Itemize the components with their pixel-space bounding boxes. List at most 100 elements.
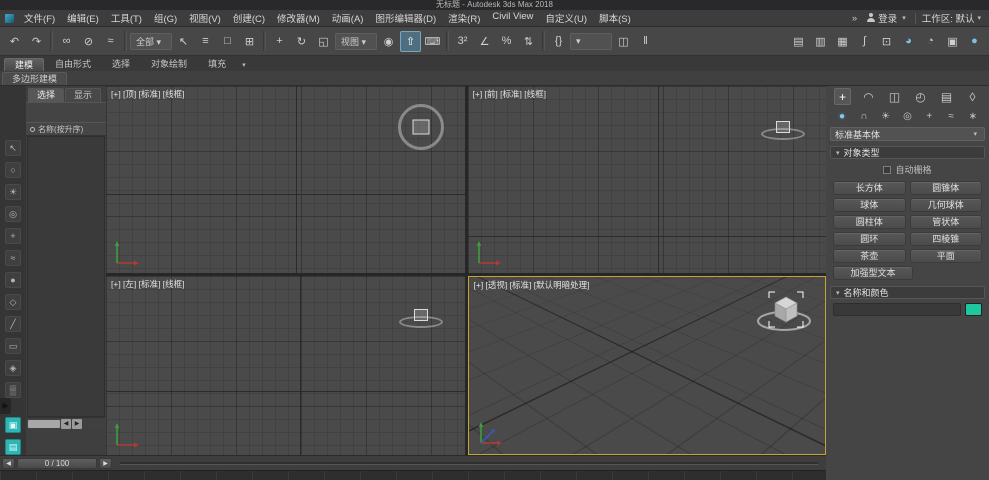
- strip-lights-icon[interactable]: ☀: [5, 184, 21, 200]
- workspace-selector[interactable]: 工作区: 默认: [922, 11, 975, 25]
- percent-snap-icon[interactable]: %: [496, 31, 517, 52]
- chevron-down-icon[interactable]: ▾: [974, 14, 984, 22]
- render-production-icon[interactable]: ●: [964, 31, 985, 52]
- chevron-down-icon[interactable]: ▾: [899, 14, 909, 22]
- selection-filter-dropdown[interactable]: 全部 ▾: [130, 33, 172, 50]
- object-type-button[interactable]: 几何球体: [910, 198, 983, 212]
- cameras-category-icon[interactable]: ◎: [900, 109, 914, 123]
- chevron-down-icon[interactable]: ▾: [970, 130, 980, 138]
- object-name-input[interactable]: [833, 303, 961, 316]
- select-object-icon[interactable]: ↖: [173, 31, 194, 52]
- object-type-button[interactable]: 长方体: [833, 181, 906, 195]
- strip-show-all-icon[interactable]: ○: [5, 162, 21, 178]
- rendered-frame-icon[interactable]: ▣: [942, 31, 963, 52]
- select-and-manipulate-icon[interactable]: ⇧: [400, 31, 421, 52]
- select-by-name-icon[interactable]: ≡: [195, 31, 216, 52]
- menu-item[interactable]: 组(G): [148, 11, 183, 25]
- motion-tab-icon[interactable]: ◴: [912, 88, 929, 105]
- menu-item[interactable]: 编辑(E): [61, 11, 105, 25]
- menu-item[interactable]: 渲染(R): [442, 11, 486, 25]
- scroll-right-button[interactable]: ▶: [72, 419, 82, 429]
- strip-frozen-icon[interactable]: ▒: [5, 382, 21, 398]
- menu-item[interactable]: 创建(C): [227, 11, 271, 25]
- explorer-scrollbar[interactable]: ◀ ▶: [26, 417, 106, 429]
- object-type-button[interactable]: 圆柱体: [833, 215, 906, 229]
- reference-coordinate-dropdown[interactable]: 视图 ▾: [335, 33, 377, 50]
- strip-bones-icon[interactable]: ╱: [5, 316, 21, 332]
- hierarchy-tab-icon[interactable]: ◫: [886, 88, 903, 105]
- strip-layer-teal-icon[interactable]: ▤: [5, 439, 21, 455]
- explorer-sort-header[interactable]: 名称(按升序): [26, 122, 106, 136]
- ribbon-tab[interactable]: 对象绘制: [141, 58, 197, 71]
- edit-named-selection-icon[interactable]: {}: [548, 31, 569, 52]
- object-type-button[interactable]: 茶壶: [833, 249, 906, 263]
- object-type-button[interactable]: 球体: [833, 198, 906, 212]
- explorer-tab[interactable]: 选择: [28, 88, 64, 102]
- display-tab-icon[interactable]: ▤: [938, 88, 955, 105]
- align-icon[interactable]: ‖: [635, 31, 656, 52]
- viewport-top[interactable]: [+] [顶] [标准] [线框]: [106, 86, 465, 273]
- render-setup-icon[interactable]: ◔: [920, 31, 941, 52]
- viewport-front[interactable]: [+] [前] [标准] [线框]: [468, 86, 827, 273]
- select-and-link-icon[interactable]: ∞: [56, 31, 77, 52]
- ribbon-tab[interactable]: 填充: [198, 58, 236, 71]
- create-tab-icon[interactable]: +: [834, 88, 851, 105]
- viewport-perspective[interactable]: [+] [透视] [标准] [默认明暗处理]: [468, 276, 827, 455]
- keyboard-override-icon[interactable]: ⌨: [422, 31, 443, 52]
- named-selection-dropdown[interactable]: ▾: [570, 33, 612, 50]
- viewport-label[interactable]: [+] [左] [标准] [线框]: [111, 278, 184, 290]
- unlink-selection-icon[interactable]: ⊘: [78, 31, 99, 52]
- use-pivot-center-icon[interactable]: ◉: [378, 31, 399, 52]
- modify-tab-icon[interactable]: ◠: [860, 88, 877, 105]
- spacewarps-category-icon[interactable]: ≈: [944, 109, 958, 123]
- material-editor-icon[interactable]: ◕: [898, 31, 919, 52]
- rollout-name-and-color[interactable]: ▾ 名称和颜色: [830, 286, 985, 299]
- object-type-button[interactable]: 圆锥体: [910, 181, 983, 195]
- rollout-object-type[interactable]: ▾ 对象类型: [830, 146, 985, 159]
- ribbon-toggle-icon[interactable]: ▦: [832, 31, 853, 52]
- selection-region-icon[interactable]: □: [217, 31, 238, 52]
- strip-containers-icon[interactable]: ▭: [5, 338, 21, 354]
- helpers-category-icon[interactable]: +: [922, 109, 936, 123]
- viewport-label[interactable]: [+] [前] [标准] [线框]: [473, 88, 546, 100]
- select-and-rotate-icon[interactable]: ↻: [291, 31, 312, 52]
- snap-toggle-icon[interactable]: 3²: [452, 31, 473, 52]
- strip-helpers-icon[interactable]: +: [5, 228, 21, 244]
- scene-explorer-toggle-icon[interactable]: ▤: [788, 31, 809, 52]
- explorer-tab[interactable]: 显示: [65, 88, 101, 102]
- ribbon-panel-tab-polygon-modeling[interactable]: 多边形建模: [2, 72, 67, 85]
- undo-icon[interactable]: ↶: [4, 31, 25, 52]
- layer-explorer-toggle-icon[interactable]: ▥: [810, 31, 831, 52]
- menu-item[interactable]: 工具(T): [105, 11, 148, 25]
- menu-item[interactable]: 脚本(S): [593, 11, 637, 25]
- menu-item[interactable]: 自定义(U): [539, 11, 593, 25]
- scene-object-box[interactable]: [751, 279, 821, 343]
- strip-materials-icon[interactable]: ◈: [5, 360, 21, 376]
- ribbon-tab[interactable]: 自由形式: [45, 58, 101, 71]
- systems-category-icon[interactable]: ∗: [966, 109, 980, 123]
- strip-select-icon[interactable]: ↖: [5, 140, 21, 156]
- shapes-category-icon[interactable]: ∩: [857, 109, 871, 123]
- track-bar[interactable]: [0, 470, 826, 480]
- menu-overflow-chevron[interactable]: »: [846, 13, 863, 24]
- flyout-arrow-icon[interactable]: ▶: [0, 398, 11, 414]
- previous-frame-button[interactable]: ◀: [2, 458, 15, 469]
- select-and-move-icon[interactable]: +: [269, 31, 290, 52]
- explorer-list[interactable]: [27, 136, 105, 417]
- menu-item[interactable]: Civil View: [486, 11, 539, 25]
- lights-category-icon[interactable]: ☀: [879, 109, 893, 123]
- strip-container-teal-icon[interactable]: ▣: [5, 417, 21, 433]
- ribbon-tab[interactable]: 建模: [4, 58, 44, 71]
- scroll-left-button[interactable]: ◀: [61, 419, 71, 429]
- strip-cameras-icon[interactable]: ◎: [5, 206, 21, 222]
- signin-button[interactable]: 登录: [878, 11, 899, 25]
- viewport-left[interactable]: [+] [左] [标准] [线框]: [106, 276, 465, 455]
- spinner-snap-icon[interactable]: ⇅: [518, 31, 539, 52]
- menu-item[interactable]: 视图(V): [183, 11, 227, 25]
- select-and-scale-icon[interactable]: ◱: [313, 31, 334, 52]
- ribbon-more-caret-icon[interactable]: ▾: [236, 61, 252, 71]
- strip-shapes-icon[interactable]: ◇: [5, 294, 21, 310]
- strip-spacewarps-icon[interactable]: ≈: [5, 250, 21, 266]
- subcategory-dropdown[interactable]: 标准基本体 ▾: [830, 127, 985, 141]
- object-type-button[interactable]: 加强型文本: [833, 266, 913, 280]
